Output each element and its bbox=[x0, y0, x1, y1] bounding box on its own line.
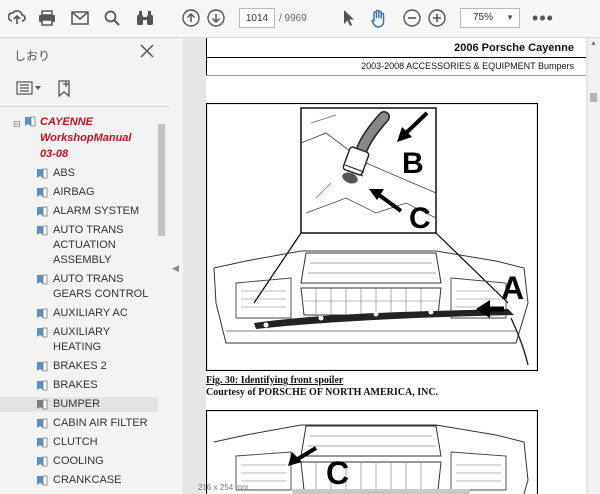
bookmark-item[interactable]: AUXILIARY AC bbox=[0, 306, 158, 321]
label-a: A bbox=[501, 270, 524, 306]
zoom-value: 75% bbox=[473, 12, 494, 23]
bookmark-item[interactable]: AIRBAG bbox=[0, 185, 158, 200]
front-spoiler-figure-2: C bbox=[206, 410, 538, 494]
bookmark-label: CRANKCASE bbox=[53, 474, 122, 486]
figure-credit: Courtesy of PORSCHE OF NORTH AMERICA, IN… bbox=[206, 387, 439, 398]
bookmark-item[interactable]: AUXILIARY HEATING bbox=[0, 325, 158, 355]
bookmark-icon bbox=[37, 361, 48, 372]
upload-icon[interactable] bbox=[6, 7, 28, 29]
bookmark-label: COOLING bbox=[53, 455, 104, 467]
bookmark-label: AUXILIARY HEATING bbox=[53, 326, 111, 353]
bookmark-root[interactable]: ⊟ CAYENNE WorkshopManual 03-08 bbox=[0, 114, 150, 162]
search-icon[interactable] bbox=[101, 7, 123, 29]
bookmark-label: BUMPER bbox=[53, 398, 101, 410]
bookmark-label: ABS bbox=[53, 167, 76, 179]
zoom-in-icon[interactable] bbox=[426, 7, 448, 29]
bookmark-label: ALARM SYSTEM bbox=[53, 205, 140, 217]
document-scrollbar[interactable]: ▲ bbox=[588, 38, 600, 494]
bookmark-label: AUTO TRANS GEARS CONTROL bbox=[53, 273, 149, 300]
collapse-toggle-icon[interactable]: ⊟ bbox=[13, 116, 21, 132]
zoom-out-icon[interactable] bbox=[401, 7, 423, 29]
bookmark-item[interactable]: BRAKES bbox=[0, 378, 158, 393]
bookmark-label: CABIN AIR FILTER bbox=[53, 417, 148, 429]
bookmark-tree: ⊟ CAYENNE WorkshopManual 03-08 ABS AIRBA… bbox=[0, 114, 158, 492]
mail-icon[interactable] bbox=[69, 7, 91, 29]
bookmark-icon bbox=[37, 475, 48, 486]
bookmark-root-line3: 03-08 bbox=[40, 148, 69, 160]
page-total: / 9969 bbox=[279, 13, 307, 24]
more-icon[interactable]: ••• bbox=[532, 7, 554, 29]
bookmark-item[interactable]: CRANKCASE bbox=[0, 473, 158, 488]
bookmark-icon bbox=[37, 327, 48, 338]
figure-caption: Fig. 30: Identifying front spoiler bbox=[206, 375, 344, 386]
bookmark-icon bbox=[37, 308, 48, 319]
bookmark-item-selected[interactable]: BUMPER bbox=[0, 397, 158, 412]
print-icon[interactable] bbox=[36, 7, 58, 29]
page-down-icon[interactable] bbox=[205, 7, 227, 29]
page-up-icon[interactable] bbox=[180, 7, 202, 29]
doc-header-subtitle: 2003-2008 ACCESSORIES & EQUIPMENT Bumper… bbox=[206, 59, 586, 76]
horizontal-scroll-thumb[interactable] bbox=[292, 489, 470, 494]
bookmark-item[interactable]: COOLING bbox=[0, 454, 158, 469]
close-icon[interactable] bbox=[140, 44, 154, 63]
bookmark-icon bbox=[37, 418, 48, 429]
bookmark-icon bbox=[37, 399, 48, 410]
bookmark-icon bbox=[37, 168, 48, 179]
panel-toolbar bbox=[0, 72, 169, 107]
bookmark-item[interactable]: AUTO TRANS GEARS CONTROL bbox=[0, 272, 158, 302]
bookmark-icon bbox=[37, 274, 48, 285]
bookmark-icon bbox=[37, 380, 48, 391]
bookmark-label: AIRBAG bbox=[53, 186, 95, 198]
add-bookmark-icon[interactable] bbox=[54, 77, 74, 99]
bookmark-label: AUTO TRANS ACTUATION ASSEMBLY bbox=[53, 224, 124, 266]
bookmark-label: BRAKES 2 bbox=[53, 360, 107, 372]
bookmark-item[interactable]: ALARM SYSTEM bbox=[0, 204, 158, 219]
pointer-icon[interactable] bbox=[338, 7, 360, 29]
bookmark-icon bbox=[37, 206, 48, 217]
bookmark-icon bbox=[37, 437, 48, 448]
label-c: C bbox=[409, 202, 431, 235]
bookmark-item[interactable]: CABIN AIR FILTER bbox=[0, 416, 158, 431]
panel-title: しおり bbox=[14, 49, 51, 63]
label-b: B bbox=[402, 147, 424, 180]
bookmark-item[interactable]: CLUTCH bbox=[0, 435, 158, 450]
bookmark-root-line1: CAYENNE bbox=[40, 116, 93, 128]
collapse-panel-icon[interactable]: ◀ bbox=[172, 263, 179, 274]
binoculars-icon[interactable] bbox=[134, 7, 156, 29]
bookmark-root-line2: WorkshopManual bbox=[40, 132, 132, 144]
scroll-up-icon[interactable]: ▲ bbox=[590, 40, 597, 47]
bookmark-label: CLUTCH bbox=[53, 436, 98, 448]
sidebar-scroll-thumb[interactable] bbox=[158, 124, 165, 236]
bookmark-icon bbox=[37, 187, 48, 198]
zoom-select[interactable]: 75% ▼ bbox=[460, 8, 520, 28]
bookmark-item[interactable]: AUTO TRANS ACTUATION ASSEMBLY bbox=[0, 223, 158, 268]
bookmark-item[interactable]: ABS bbox=[0, 166, 158, 181]
chevron-down-icon: ▼ bbox=[506, 13, 514, 22]
bookmark-label: AUXILIARY AC bbox=[53, 307, 128, 319]
toolbar: 1014 / 9969 75% ▼ ••• bbox=[0, 0, 600, 38]
document-scroll-thumb[interactable] bbox=[590, 93, 597, 102]
hand-icon[interactable] bbox=[368, 7, 390, 29]
bookmark-item[interactable]: BRAKES 2 bbox=[0, 359, 158, 374]
page-size: 216 x 254 mm bbox=[198, 483, 249, 492]
bookmark-icon bbox=[37, 456, 48, 467]
front-spoiler-figure: B C A bbox=[206, 103, 538, 371]
doc-header-title: 2006 Porsche Cayenne bbox=[206, 38, 586, 58]
bookmark-label: BRAKES bbox=[53, 379, 98, 391]
bookmark-icon bbox=[37, 225, 48, 236]
page-number-input[interactable]: 1014 bbox=[239, 8, 275, 28]
panel-splitter[interactable]: ◀ bbox=[169, 38, 183, 494]
bookmark-icon bbox=[25, 116, 36, 127]
options-menu-icon[interactable] bbox=[16, 77, 42, 99]
bookmarks-panel: しおり ⊟ CAYENNE WorkshopManual 03-08 ABS A… bbox=[0, 38, 170, 494]
